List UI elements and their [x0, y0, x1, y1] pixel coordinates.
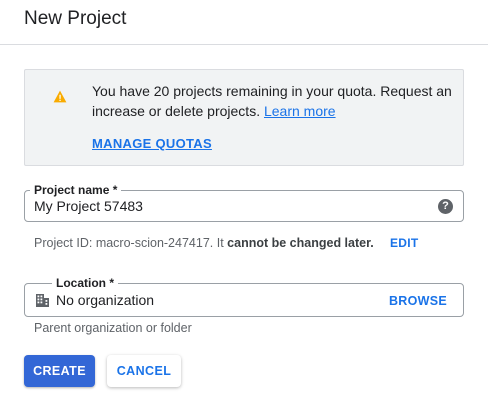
- help-icon[interactable]: ?: [438, 199, 453, 214]
- project-name-input[interactable]: My Project 57483: [34, 198, 143, 214]
- manage-quotas-link[interactable]: MANAGE QUOTAS: [92, 136, 212, 151]
- project-name-label: Project name *: [30, 182, 122, 198]
- learn-more-link[interactable]: Learn more: [264, 103, 336, 119]
- project-id-it: It: [216, 236, 224, 250]
- cancel-button[interactable]: CANCEL: [107, 355, 181, 387]
- browse-button[interactable]: BROWSE: [389, 294, 447, 308]
- location-hint: Parent organization or folder: [34, 321, 192, 335]
- location-field[interactable]: Location * No organization BROWSE: [24, 275, 464, 317]
- project-id-warning: cannot be changed later.: [227, 236, 374, 250]
- create-button[interactable]: CREATE: [24, 355, 95, 387]
- warning-icon: [53, 90, 67, 103]
- location-label: Location *: [52, 275, 119, 291]
- dialog-header: New Project: [0, 0, 488, 45]
- project-name-field[interactable]: Project name * My Project 57483 ?: [24, 182, 464, 222]
- quota-banner: You have 20 projects remaining in your q…: [24, 69, 464, 166]
- edit-project-id-button[interactable]: EDIT: [390, 236, 419, 250]
- quota-message: You have 20 projects remaining in your q…: [92, 81, 454, 121]
- project-id-text: Project ID: macro-scion-247417. It canno…: [34, 236, 374, 250]
- dialog-title: New Project: [24, 8, 127, 29]
- building-icon: [36, 294, 49, 307]
- project-id-prefix: Project ID: macro-scion-247417.: [34, 236, 214, 250]
- location-value: No organization: [56, 292, 155, 308]
